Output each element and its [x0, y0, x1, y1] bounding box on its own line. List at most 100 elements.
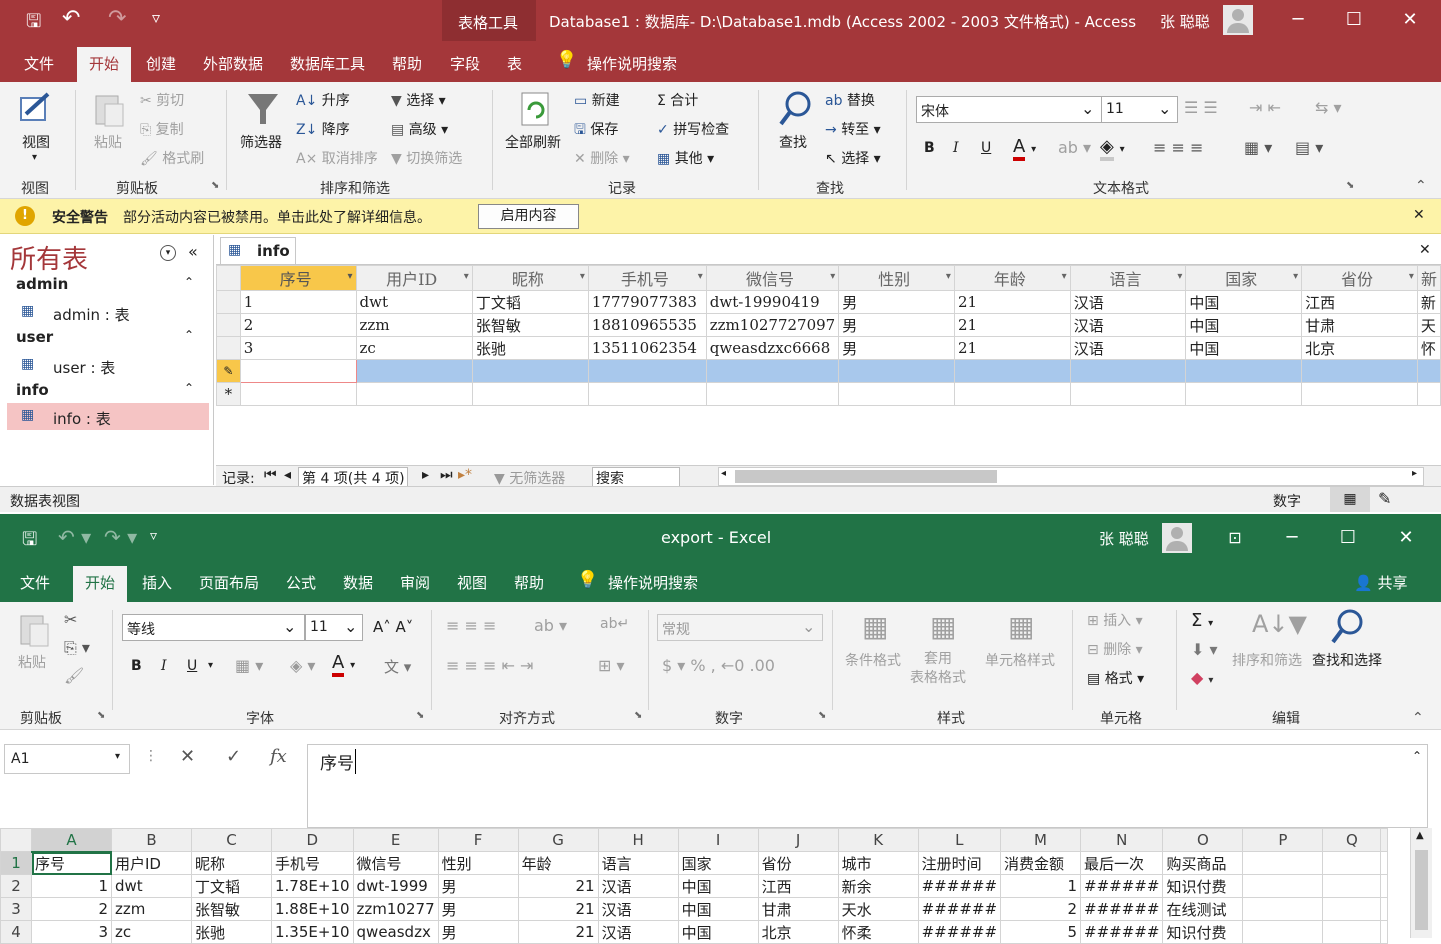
first-record-icon[interactable]: ⏮ [264, 467, 277, 483]
scroll-up-icon[interactable]: ▲ [1416, 830, 1424, 841]
sheet-cell[interactable] [1322, 851, 1382, 875]
doc-tab-info[interactable]: ▦ info [220, 237, 296, 265]
increase-font-icon[interactable]: A˄ A˅ [373, 618, 413, 636]
table-cell[interactable]: 新 [1416, 290, 1441, 314]
tab-home[interactable]: 开始 [77, 47, 132, 84]
column-dropdown-icon[interactable]: ▾ [946, 271, 951, 282]
table-cell[interactable]: 天 [1416, 313, 1441, 337]
sheet-cell[interactable]: 1.35E+10 [271, 920, 354, 944]
table-cell[interactable]: 21 [953, 336, 1071, 360]
table-cell[interactable]: 18810965535 [587, 313, 707, 337]
underline-button[interactable]: U [981, 140, 991, 156]
column-header-a[interactable]: A [31, 828, 112, 853]
sort-descending-button[interactable]: Z↓ 降序 [296, 119, 350, 139]
sheet-cell[interactable]: 男 [437, 897, 519, 921]
dialog-launcher-icon[interactable]: ⬊ [416, 710, 424, 721]
sheet-cell[interactable]: 最后一次 [1080, 851, 1164, 875]
table-row[interactable]: 2 zzm 张智敏 18810965535 zzm1027727097 男 21 汉语 中国 甘肃… [216, 313, 1441, 337]
table-cell[interactable]: 北京 [1301, 336, 1418, 360]
sheet-cell[interactable] [1380, 897, 1389, 921]
table-cell[interactable]: dwt [355, 290, 473, 314]
tab-file[interactable]: 文件 [20, 572, 50, 593]
collapse-ribbon-icon[interactable]: ⌃ [1415, 178, 1427, 194]
tab-data[interactable]: 数据 [343, 572, 373, 593]
column-header[interactable]: 微信号 ▾ [705, 265, 840, 291]
font-color-button[interactable]: A ▾ [332, 652, 355, 677]
row-selector[interactable] [216, 336, 241, 360]
minimize-icon[interactable]: ─ [1270, 0, 1326, 40]
close-warning-icon[interactable]: ✕ [1413, 207, 1425, 223]
font-size-select[interactable]: 11 ⌄ [1101, 96, 1178, 123]
table-cell[interactable]: 江西 [1301, 290, 1418, 314]
last-record-icon[interactable]: ⏭ [440, 467, 453, 483]
table-cell[interactable] [1069, 359, 1187, 383]
table-cell[interactable] [953, 382, 1071, 406]
column-header-m[interactable]: M [1000, 828, 1082, 852]
ribbon-display-options-icon[interactable]: ⊡ [1207, 518, 1263, 558]
sheet-cell[interactable]: 注册时间 [917, 851, 1002, 875]
chevron-up-icon[interactable]: ⌃ [184, 381, 194, 395]
sheet-cell[interactable]: zzm10277 [352, 897, 439, 921]
column-dropdown-icon[interactable]: ▾ [1293, 271, 1298, 282]
maximize-icon[interactable]: ☐ [1326, 0, 1382, 40]
new-record-nav-icon[interactable]: ▸* [458, 467, 472, 483]
tab-page-layout[interactable]: 页面布局 [199, 572, 259, 593]
column-header-e[interactable]: E [352, 828, 439, 852]
sheet-cell[interactable]: 1 [31, 874, 112, 898]
column-dropdown-icon[interactable]: ▾ [348, 271, 353, 282]
more-button[interactable]: ▦ 其他 ▾ [657, 148, 714, 168]
column-dropdown-icon[interactable]: ▾ [698, 271, 703, 282]
fill-color-icon[interactable]: ◈ ▾ [290, 656, 315, 675]
chevron-up-icon[interactable]: ⌃ [184, 328, 194, 342]
table-cell[interactable] [705, 359, 840, 383]
sheet-cell[interactable]: 张驰 [191, 920, 272, 944]
sheet-cell[interactable]: 省份 [757, 851, 839, 875]
spelling-button[interactable]: ✓ 拼写检查 [657, 119, 729, 139]
column-header[interactable]: 省份 ▾ [1301, 265, 1418, 291]
row-header[interactable]: 1 [0, 851, 32, 875]
share-button[interactable]: 👤 共享 [1354, 572, 1407, 593]
column-header-g[interactable]: G [517, 828, 599, 852]
table-cell[interactable]: 1 [239, 290, 357, 314]
nav-item-user[interactable]: ▦ user : 表 [7, 352, 209, 378]
tab-file[interactable]: 文件 [24, 53, 54, 74]
table-cell[interactable] [1301, 359, 1418, 383]
save-icon[interactable]: 🖫 [22, 527, 37, 557]
table-cell[interactable]: qweasdzxc6668 [705, 336, 840, 360]
collapse-formula-icon[interactable]: ⌃ [1412, 749, 1422, 763]
column-header[interactable]: 序号 ▾ [239, 265, 357, 291]
enable-content-button[interactable]: 启用内容 [478, 204, 579, 229]
table-cell[interactable]: 21 [953, 313, 1071, 337]
table-row-new[interactable]: * [216, 382, 1441, 406]
nav-item-info[interactable]: ▦ info : 表 [7, 403, 209, 430]
table-cell[interactable]: 男 [838, 313, 955, 337]
sheet-cell[interactable]: dwt [111, 874, 192, 898]
undo-icon[interactable]: ↶ [62, 6, 80, 31]
table-cell[interactable]: 甘肃 [1301, 313, 1418, 337]
borders-icon[interactable]: ▦ ▾ [235, 656, 263, 675]
column-header[interactable]: 新 [1416, 265, 1441, 291]
find-select-button[interactable]: 查找和选择 [1312, 650, 1382, 670]
insert-function-icon[interactable]: fx [270, 746, 287, 767]
column-dropdown-icon[interactable]: ▾ [1177, 271, 1182, 282]
advanced-button[interactable]: ▤ 高级 ▾ [391, 119, 448, 139]
sheet-cell[interactable]: 怀柔 [837, 920, 919, 944]
format-cells-button[interactable]: ▤ 格式 ▾ [1087, 668, 1144, 688]
sheet-cell[interactable]: 用户ID [111, 851, 192, 875]
tell-me-search[interactable]: 操作说明搜索 [608, 572, 698, 593]
sheet-cell[interactable]: 昵称 [191, 851, 272, 875]
table-row[interactable]: 3 zc 张驰 13511062354 qweasdzxc6668 男 21 汉语 中国 北京怀 [216, 336, 1441, 360]
tab-create[interactable]: 创建 [146, 53, 176, 74]
sheet-cell[interactable]: 语言 [597, 851, 679, 875]
dialog-launcher-icon[interactable]: ⬊ [97, 710, 105, 721]
table-cell[interactable] [1185, 382, 1303, 406]
chevron-up-icon[interactable]: ⌃ [184, 275, 194, 289]
sheet-cell[interactable]: ###### [1080, 920, 1164, 944]
sheet-cell[interactable]: qweasdzx [352, 920, 439, 944]
table-cell[interactable] [587, 382, 707, 406]
underline-button[interactable]: U [187, 658, 197, 674]
new-record-button[interactable]: ▭ 新建 [574, 90, 620, 110]
column-header-j[interactable]: J [757, 828, 839, 852]
column-header[interactable]: 用户ID ▾ [355, 265, 473, 291]
table-cell[interactable] [355, 359, 473, 383]
